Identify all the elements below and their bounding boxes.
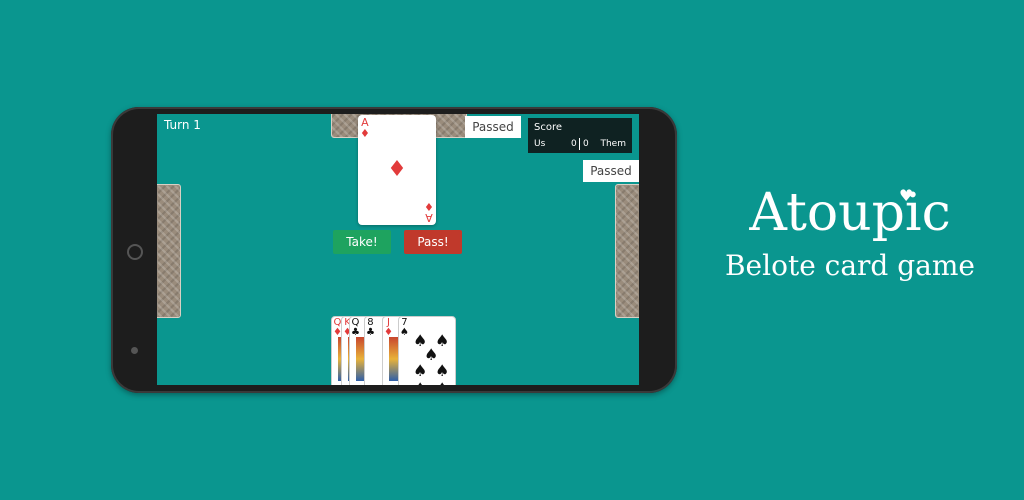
diamond-icon: ♦	[387, 157, 407, 182]
spade-icon: ♠	[413, 361, 428, 380]
game-screen: Turn 1 Passed Passed Score Us 0 0 Them A…	[157, 114, 639, 385]
hand-card-index: 8 ♣	[366, 317, 375, 338]
turn-label: Turn 1	[164, 118, 201, 132]
home-button-icon[interactable]	[127, 244, 143, 260]
app-title: Atoupic	[749, 183, 951, 243]
score-us-label: Us	[534, 139, 546, 149]
right-opponent-cards	[615, 184, 639, 318]
hand-card-index: 7 ♠	[400, 317, 409, 338]
phone-frame: Turn 1 Passed Passed Score Us 0 0 Them A…	[111, 107, 677, 393]
score-them-value: 0	[583, 139, 589, 149]
trump-card[interactable]: A ♦ ♦ A ♦	[358, 115, 436, 225]
spade-icon: ♠	[435, 361, 450, 380]
spade-icon: ♠	[413, 379, 427, 385]
top-player-status: Passed	[465, 116, 521, 138]
spade-pips: ♠♠♠♠♠♠♠	[409, 327, 455, 385]
score-panel: Score Us 0 0 Them	[528, 118, 632, 153]
left-opponent-cards	[157, 184, 181, 318]
hand-card-index: J ♦	[384, 317, 393, 338]
score-title: Score	[534, 122, 563, 133]
take-button[interactable]: Take!	[333, 230, 391, 254]
pass-button[interactable]: Pass!	[404, 230, 462, 254]
heart-icon: ♥	[899, 186, 914, 205]
score-divider	[579, 138, 580, 150]
hand-card-index: Q ♣	[351, 317, 360, 338]
score-them-label: Them	[600, 139, 626, 149]
player-hand: Q♦K♦Q♣8♣J♦7♠♠♠♠♠♠♠♠	[331, 316, 465, 385]
app-subtitle: Belote card game	[724, 249, 975, 282]
right-player-status: Passed	[583, 160, 639, 182]
trump-card-index: A ♦	[360, 116, 370, 140]
trump-card-index-bottom: A ♦	[424, 200, 434, 224]
sensor-dot	[131, 347, 138, 354]
hand-card[interactable]: 7♠♠♠♠♠♠♠♠	[398, 316, 456, 385]
spade-icon: ♠	[435, 379, 449, 385]
score-us-value: 0	[571, 139, 577, 149]
brand-block: Atoupic Belote card game	[700, 183, 1000, 283]
